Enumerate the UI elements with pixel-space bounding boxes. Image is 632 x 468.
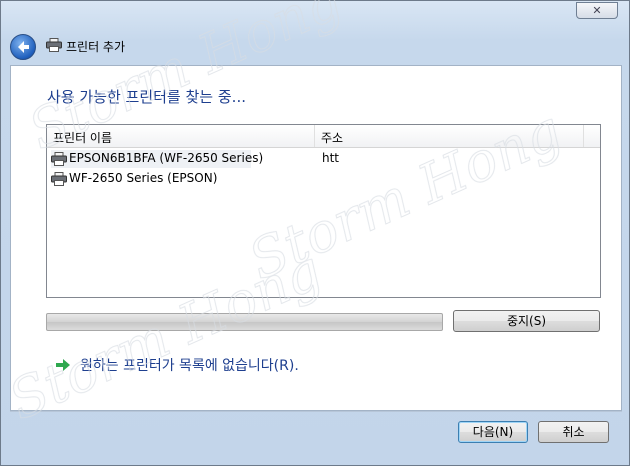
stop-button[interactable]: 중지(S) xyxy=(453,310,600,332)
column-divider[interactable] xyxy=(314,125,315,147)
printer-not-listed-link[interactable]: 원하는 프린터가 목록에 없습니다(R). xyxy=(80,355,299,375)
footer-divider xyxy=(10,411,622,412)
column-divider[interactable] xyxy=(583,125,584,147)
list-item[interactable]: WF-2650 Series (EPSON) xyxy=(51,170,251,188)
page-heading: 사용 가능한 프린터를 찾는 중... xyxy=(47,88,246,106)
column-header-name[interactable]: 프린터 이름 xyxy=(53,129,112,146)
printer-icon xyxy=(46,38,62,55)
printer-name: EPSON6B1BFA (WF-2650 Series) xyxy=(69,151,264,165)
close-icon: ✕ xyxy=(592,4,602,17)
printer-icon xyxy=(51,172,67,189)
printer-list[interactable]: 프린터 이름 주소 EPSON6B1BFA (WF-2650 Series) h… xyxy=(46,124,601,298)
green-arrow-icon xyxy=(56,359,70,374)
close-button[interactable]: ✕ xyxy=(576,2,618,19)
column-header-address[interactable]: 주소 xyxy=(321,129,343,146)
cancel-button[interactable]: 취소 xyxy=(538,421,609,443)
list-item[interactable]: EPSON6B1BFA (WF-2650 Series) xyxy=(51,150,263,169)
back-button[interactable] xyxy=(10,34,36,60)
back-arrow-icon xyxy=(18,41,29,53)
printer-address: htt xyxy=(322,151,340,165)
printer-icon xyxy=(51,152,67,169)
list-header: 프린터 이름 주소 xyxy=(47,125,600,148)
search-progress-bar xyxy=(46,313,443,331)
window-title: 프린터 추가 xyxy=(66,40,126,54)
printer-name: WF-2650 Series (EPSON) xyxy=(69,171,218,185)
next-button[interactable]: 다음(N) xyxy=(458,421,528,443)
